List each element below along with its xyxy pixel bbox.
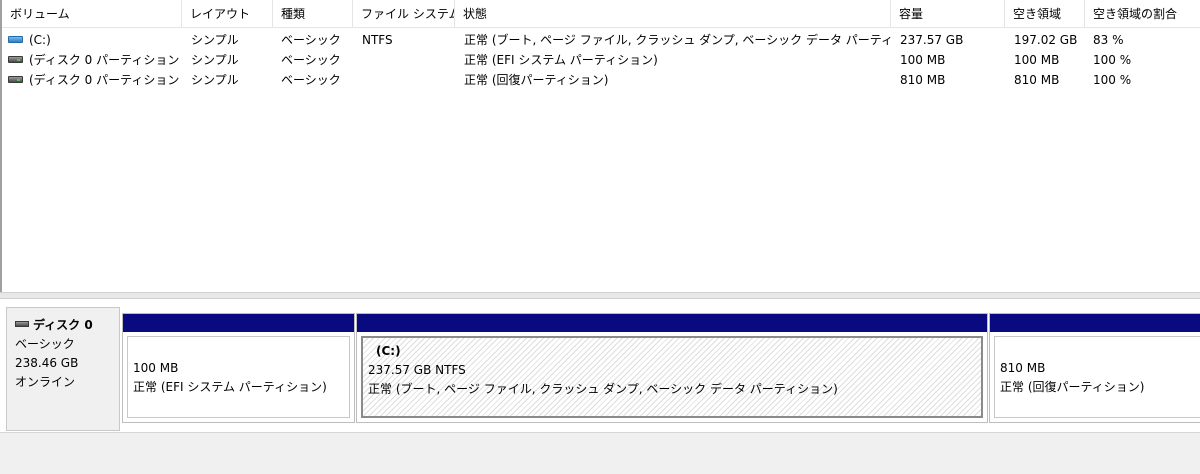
partition-body: (C:) 237.57 GB NTFS 正常 (ブート, ページ ファイル, ク… bbox=[361, 336, 983, 418]
capacity-cell: 237.57 GB bbox=[900, 33, 964, 47]
partition-status: 正常 (回復パーティション) bbox=[1000, 380, 1145, 394]
layout-cell: シンプル bbox=[191, 33, 239, 47]
layout-cell: シンプル bbox=[191, 53, 239, 67]
disk-size: 238.46 GB bbox=[15, 356, 79, 370]
partition-efi[interactable]: 100 MB 正常 (EFI システム パーティション) bbox=[122, 313, 355, 423]
disk-name: ディスク 0 bbox=[33, 318, 93, 332]
partition-icon bbox=[8, 56, 23, 63]
free-percent-cell: 83 % bbox=[1093, 33, 1124, 47]
partition-size: 810 MB bbox=[1000, 361, 1046, 375]
partition-size: 100 MB bbox=[133, 361, 179, 375]
status-cell: 正常 (ブート, ページ ファイル, クラッシュ ダンプ, ベーシック データ … bbox=[464, 33, 891, 47]
volume-table-body: (C:) シンプル ベーシック NTFS 正常 (ブート, ページ ファイル, … bbox=[2, 30, 1200, 90]
status-cell: 正常 (回復パーティション) bbox=[464, 73, 609, 87]
free-percent-cell: 100 % bbox=[1093, 53, 1132, 67]
volume-name: (ディスク 0 パーティション 1) bbox=[29, 53, 180, 67]
partition-status: 正常 (ブート, ページ ファイル, クラッシュ ダンプ, ベーシック データ … bbox=[368, 382, 838, 396]
layout-cell: シンプル bbox=[191, 73, 239, 87]
partition-body: 100 MB 正常 (EFI システム パーティション) bbox=[127, 336, 350, 418]
fs-cell: NTFS bbox=[362, 33, 393, 47]
pane-splitter[interactable] bbox=[0, 292, 1200, 299]
column-header-layout[interactable]: レイアウト bbox=[182, 0, 273, 28]
partition-name: (C:) bbox=[376, 344, 401, 358]
partition-c-drive[interactable]: (C:) 237.57 GB NTFS 正常 (ブート, ページ ファイル, ク… bbox=[356, 313, 988, 423]
table-row[interactable]: (C:) シンプル ベーシック NTFS 正常 (ブート, ページ ファイル, … bbox=[2, 30, 1200, 50]
column-header-file-system[interactable]: ファイル システム bbox=[353, 0, 455, 28]
type-cell: ベーシック bbox=[281, 53, 341, 67]
capacity-cell: 100 MB bbox=[900, 53, 946, 67]
table-row[interactable]: (ディスク 0 パーティション 4) シンプル ベーシック 正常 (回復パーティ… bbox=[2, 70, 1200, 90]
free-percent-cell: 100 % bbox=[1093, 73, 1132, 87]
partition-size: 237.57 GB NTFS bbox=[368, 363, 466, 377]
column-header-free-percent[interactable]: 空き領域の割合 bbox=[1085, 0, 1200, 28]
fs-cell bbox=[362, 70, 455, 90]
disk-state: オンライン bbox=[15, 375, 76, 389]
fs-cell bbox=[362, 50, 455, 70]
free-space-cell: 197.02 GB bbox=[1014, 33, 1078, 47]
volume-cell: (ディスク 0 パーティション 4) bbox=[8, 70, 180, 90]
partition-status: 正常 (EFI システム パーティション) bbox=[133, 380, 327, 394]
disk-type: ベーシック bbox=[15, 337, 75, 351]
column-header-capacity[interactable]: 容量 bbox=[891, 0, 1005, 28]
partition-icon bbox=[8, 76, 23, 83]
status-cell: 正常 (EFI システム パーティション) bbox=[464, 53, 658, 67]
partition-bar bbox=[990, 314, 1200, 332]
free-space-cell: 100 MB bbox=[1014, 53, 1060, 67]
column-header-status[interactable]: 状態 bbox=[455, 0, 891, 28]
capacity-cell: 810 MB bbox=[900, 73, 946, 87]
empty-disk-area bbox=[0, 432, 1200, 474]
column-header-type[interactable]: 種類 bbox=[273, 0, 353, 28]
volume-cell: (ディスク 0 パーティション 1) bbox=[8, 50, 180, 70]
partition-bar bbox=[123, 314, 354, 332]
free-space-cell: 810 MB bbox=[1014, 73, 1060, 87]
volume-cell: (C:) bbox=[8, 30, 180, 50]
partition-bar bbox=[357, 314, 987, 332]
column-header-free-space[interactable]: 空き領域 bbox=[1005, 0, 1085, 28]
type-cell: ベーシック bbox=[281, 73, 341, 87]
volume-list-pane: ボリューム レイアウト 種類 ファイル システム 状態 容量 空き領域 空き領域… bbox=[0, 0, 1200, 292]
column-header-row: ボリューム レイアウト 種類 ファイル システム 状態 容量 空き領域 空き領域… bbox=[2, 0, 1200, 28]
disk-icon bbox=[15, 320, 29, 327]
disk-name-line: ディスク 0 bbox=[15, 316, 119, 335]
partition-body: 810 MB 正常 (回復パーティション) bbox=[994, 336, 1200, 418]
table-row[interactable]: (ディスク 0 パーティション 1) シンプル ベーシック 正常 (EFI シス… bbox=[2, 50, 1200, 70]
volume-name: (ディスク 0 パーティション 4) bbox=[29, 73, 180, 87]
column-header-volume[interactable]: ボリューム bbox=[2, 0, 182, 28]
system-volume-icon bbox=[8, 36, 23, 43]
type-cell: ベーシック bbox=[281, 33, 341, 47]
disk-info-panel[interactable]: ディスク 0 ベーシック 238.46 GB オンライン bbox=[6, 307, 120, 431]
volume-name: (C:) bbox=[29, 33, 51, 47]
partition-recovery[interactable]: 810 MB 正常 (回復パーティション) bbox=[989, 313, 1200, 423]
